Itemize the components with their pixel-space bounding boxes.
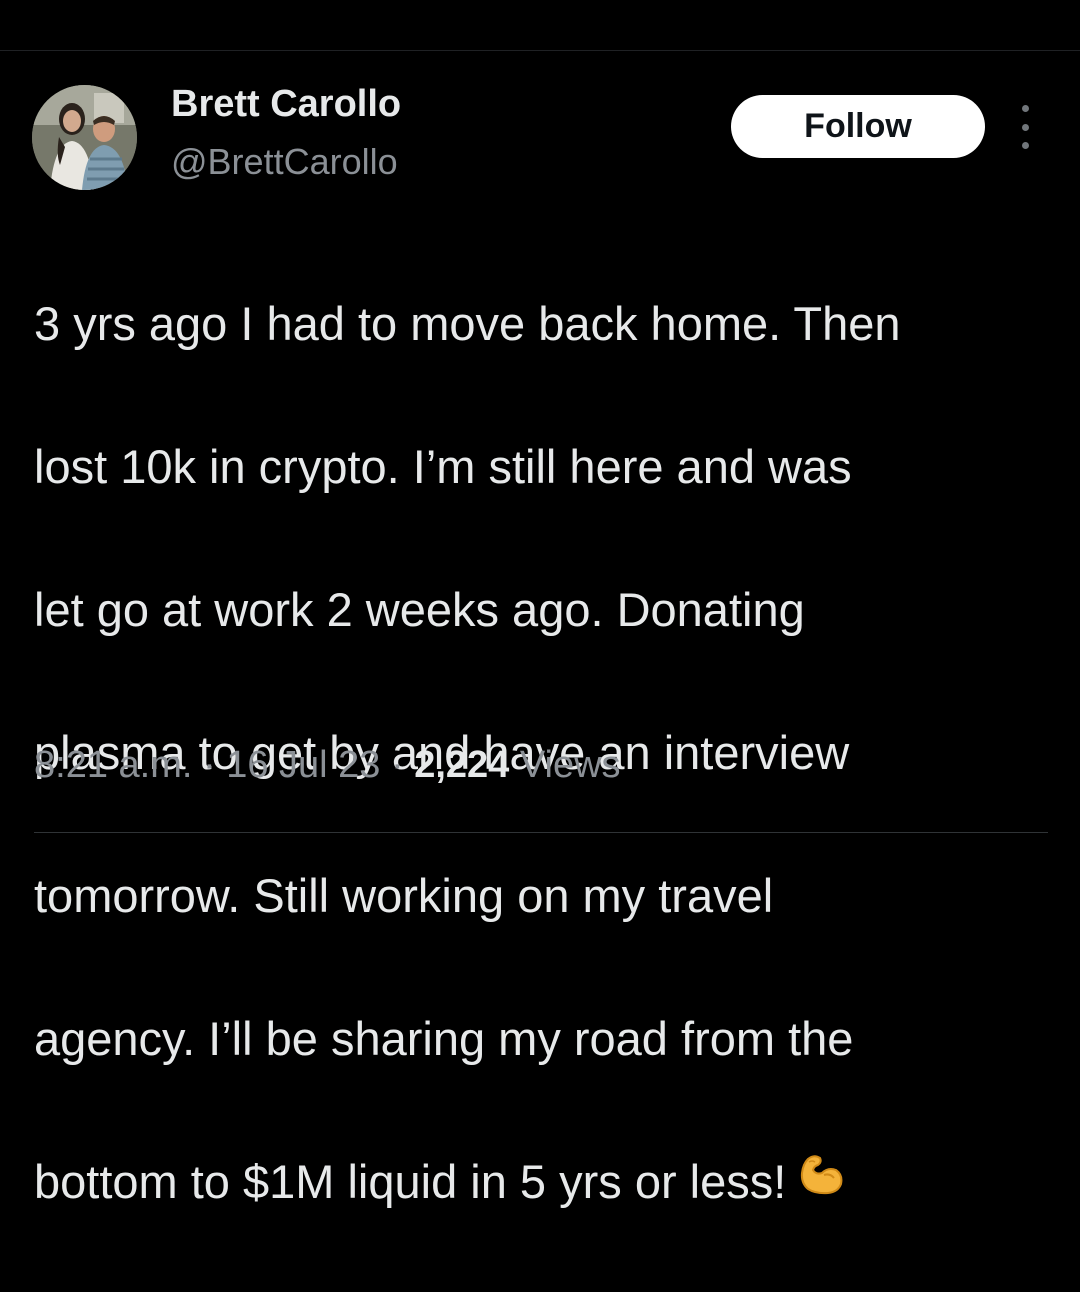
top-divider xyxy=(0,50,1080,51)
avatar-image xyxy=(32,85,137,190)
tweet-text-line: bottom to $1M liquid in 5 yrs or less! xyxy=(34,1154,787,1208)
tweet-text-line: agency. I’ll be sharing my road from the xyxy=(34,1011,854,1065)
more-dot xyxy=(1021,142,1029,149)
more-dot xyxy=(1021,123,1029,131)
meta-separator: · xyxy=(391,744,404,786)
tweet-time[interactable]: 8:21 a.m. xyxy=(34,744,192,786)
tweet-date[interactable]: 16 Jul 23 xyxy=(226,744,380,786)
follow-button[interactable]: Follow xyxy=(731,95,985,158)
flexed-biceps-icon xyxy=(798,1143,844,1215)
author-display-name[interactable]: Brett Carollo xyxy=(171,83,401,126)
tweet-text-line: let go at work 2 weeks ago. Donating xyxy=(34,582,805,636)
meta-separator: · xyxy=(202,744,216,786)
views-count[interactable]: 2,224 xyxy=(414,744,509,786)
more-vertical-icon[interactable] xyxy=(1010,105,1040,149)
bottom-divider xyxy=(34,832,1048,833)
tweet-text-line-last: bottom to $1M liquid in 5 yrs or less! xyxy=(34,1146,1059,1221)
tweet-text-line: lost 10k in crypto. I’m still here and w… xyxy=(34,439,852,493)
author-handle[interactable]: @BrettCarollo xyxy=(171,141,398,183)
views-label: Views xyxy=(519,744,621,786)
more-dot xyxy=(1021,105,1029,112)
tweet-text-line: 3 yrs ago I had to move back home. Then xyxy=(34,296,901,350)
tweet-text-line: tomorrow. Still working on my travel xyxy=(34,868,774,922)
avatar[interactable] xyxy=(32,85,137,190)
tweet-meta: 8:21 a.m. · 16 Jul 23 · 2,224 Views xyxy=(34,744,621,787)
